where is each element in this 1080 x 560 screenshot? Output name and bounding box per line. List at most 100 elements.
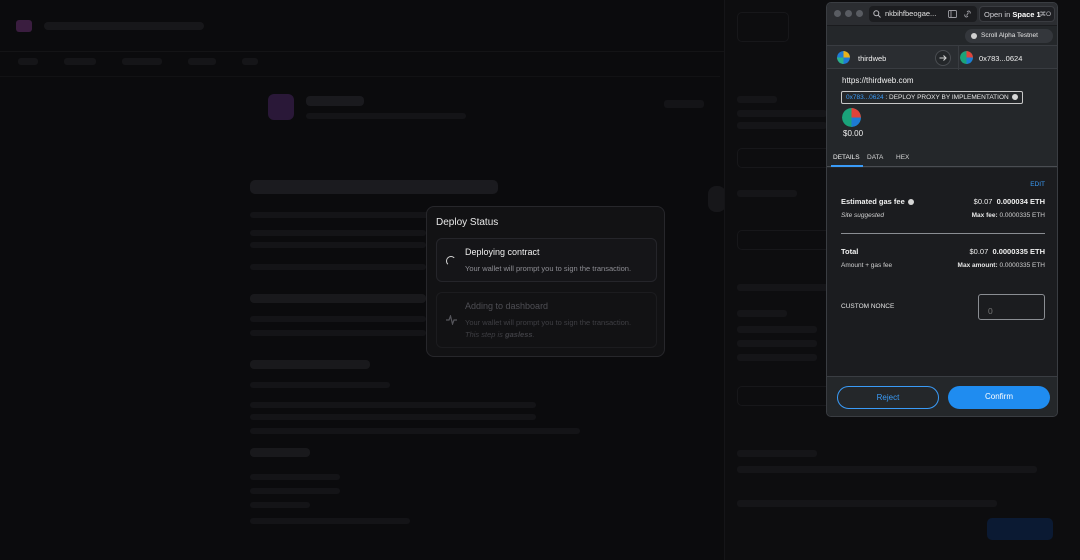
confirm-button[interactable]: Confirm bbox=[948, 386, 1050, 409]
background-text-line bbox=[250, 330, 426, 336]
background-text-line bbox=[250, 488, 340, 494]
gas-fee-eth: 0.000034 ETH bbox=[996, 197, 1045, 206]
browser-chrome: nkbihfbeogae... Open in Space 1 ⌘O bbox=[827, 3, 1057, 26]
background-text-line bbox=[250, 402, 536, 408]
background-breadcrumb bbox=[44, 22, 204, 30]
window-maximize-dot[interactable] bbox=[856, 10, 863, 17]
info-icon[interactable] bbox=[907, 199, 914, 205]
background-text-line bbox=[250, 414, 536, 420]
custom-nonce-label: CUSTOM NONCE bbox=[841, 303, 895, 310]
custom-nonce-input[interactable] bbox=[978, 294, 1045, 320]
tab-hex[interactable]: HEX bbox=[896, 154, 909, 161]
section-divider bbox=[841, 233, 1045, 234]
max-fee: Max fee: 0.0000335 ETH bbox=[972, 212, 1045, 219]
background-text-line bbox=[250, 474, 340, 480]
background-tab bbox=[242, 58, 258, 65]
background-tab bbox=[188, 58, 216, 65]
account-divider bbox=[958, 46, 959, 70]
background-text-line bbox=[737, 284, 837, 291]
background-text-line bbox=[737, 310, 787, 317]
background-text-line bbox=[737, 450, 817, 457]
background-text-line bbox=[250, 230, 426, 236]
window-close-dot[interactable] bbox=[834, 10, 841, 17]
edit-gas-button[interactable]: EDIT bbox=[1030, 181, 1045, 188]
spinner-icon bbox=[446, 256, 456, 266]
note-suffix: . bbox=[532, 330, 535, 339]
search-icon bbox=[873, 10, 881, 18]
url-text: nkbihfbeogae... bbox=[885, 9, 937, 18]
extension-icon[interactable] bbox=[948, 10, 957, 18]
background-title bbox=[306, 96, 364, 106]
max-fee-label: Max fee: bbox=[971, 212, 998, 219]
total-label: Total bbox=[841, 247, 859, 256]
background-text-line bbox=[250, 212, 440, 218]
network-icon bbox=[971, 33, 977, 39]
contract-avatar bbox=[842, 108, 861, 127]
background-tab bbox=[64, 58, 96, 65]
note-emphasis: gasless bbox=[505, 330, 533, 339]
space-prefix: Open in bbox=[984, 10, 1013, 19]
active-tab-indicator bbox=[831, 165, 863, 167]
background-card bbox=[737, 12, 789, 42]
app-logo bbox=[16, 20, 32, 32]
open-in-space-button[interactable]: Open in Space 1 ⌘O bbox=[979, 6, 1055, 22]
background-heading bbox=[250, 448, 310, 457]
total-eth: 0.0000335 ETH bbox=[992, 247, 1045, 256]
space-name: Space 1 bbox=[1012, 10, 1041, 19]
transaction-value: $0.00 bbox=[843, 129, 864, 138]
background-text-line bbox=[737, 326, 817, 333]
background-heading bbox=[250, 360, 370, 369]
info-icon[interactable] bbox=[1011, 94, 1018, 100]
step-description: Your wallet will prompt you to sign the … bbox=[465, 264, 632, 273]
step-adding-to-dashboard: Adding to dashboard Your wallet will pro… bbox=[436, 292, 657, 348]
recipient-avatar bbox=[960, 51, 973, 64]
background-text-line bbox=[250, 382, 390, 388]
amount-plus-gas-label: Amount + gas fee bbox=[841, 262, 893, 269]
max-fee-value: 0.0000335 ETH bbox=[999, 212, 1045, 219]
tab-details[interactable]: DETAILS bbox=[833, 154, 860, 161]
background-button bbox=[987, 518, 1053, 540]
background-divider bbox=[0, 76, 720, 77]
gas-fee-fiat: $0.07 bbox=[973, 197, 993, 206]
step-title: Deploying contract bbox=[465, 247, 540, 257]
background-text-line bbox=[737, 500, 997, 507]
keyboard-shortcut: ⌘O bbox=[1039, 11, 1051, 18]
tab-data[interactable]: DATA bbox=[867, 154, 883, 161]
note-prefix: This step is bbox=[465, 330, 506, 339]
activity-icon bbox=[446, 315, 457, 325]
link-icon[interactable] bbox=[963, 10, 972, 18]
background-text-line bbox=[737, 96, 777, 103]
site-suggested-label: Site suggested bbox=[841, 212, 885, 219]
to-account[interactable]: 0x783...0624 bbox=[979, 54, 1022, 63]
contract-address-link[interactable]: 0x783...0624 bbox=[846, 94, 884, 101]
thirdweb-avatar bbox=[837, 51, 850, 64]
max-amount-value: 0.0000335 ETH bbox=[999, 262, 1045, 269]
url-bar[interactable]: nkbihfbeogae... bbox=[869, 6, 977, 22]
from-account[interactable]: thirdweb bbox=[858, 54, 886, 63]
step-note: This step is gasless. bbox=[465, 330, 535, 339]
gas-fee-label-text: Estimated gas fee bbox=[841, 197, 905, 206]
modal-title: Deploy Status bbox=[436, 217, 499, 228]
background-text-line bbox=[250, 264, 426, 270]
total-value: $0.07 0.0000335 ETH bbox=[970, 247, 1046, 256]
window-minimize-dot[interactable] bbox=[845, 10, 852, 17]
network-pill[interactable]: Scroll Alpha Testnet bbox=[965, 29, 1053, 43]
network-name: Scroll Alpha Testnet bbox=[981, 32, 1038, 39]
gas-fee-label: Estimated gas fee bbox=[841, 197, 914, 206]
reject-button[interactable]: Reject bbox=[837, 386, 939, 409]
wallet-footer: Reject Confirm bbox=[827, 376, 1057, 416]
background-tab bbox=[18, 58, 38, 65]
background-heading bbox=[250, 294, 426, 303]
background-text-line bbox=[737, 190, 797, 197]
background-text-line bbox=[250, 242, 426, 248]
gas-fee-value: $0.07 0.000034 ETH bbox=[974, 197, 1045, 206]
method-badge[interactable]: 0x783...0624 : DEPLOY PROXY BY IMPLEMENT… bbox=[841, 91, 1023, 104]
max-amount: Max amount: 0.0000335 ETH bbox=[958, 262, 1045, 269]
background-tabs bbox=[18, 58, 258, 65]
wallet-tabs: DETAILS DATA HEX bbox=[827, 148, 1057, 167]
background-text-line bbox=[737, 354, 817, 361]
background-subtitle bbox=[306, 113, 466, 119]
step-deploying-contract: Deploying contract Your wallet will prom… bbox=[436, 238, 657, 282]
site-origin: https://thirdweb.com bbox=[842, 76, 914, 85]
deploy-status-modal: Deploy Status Deploying contract Your wa… bbox=[426, 206, 665, 357]
